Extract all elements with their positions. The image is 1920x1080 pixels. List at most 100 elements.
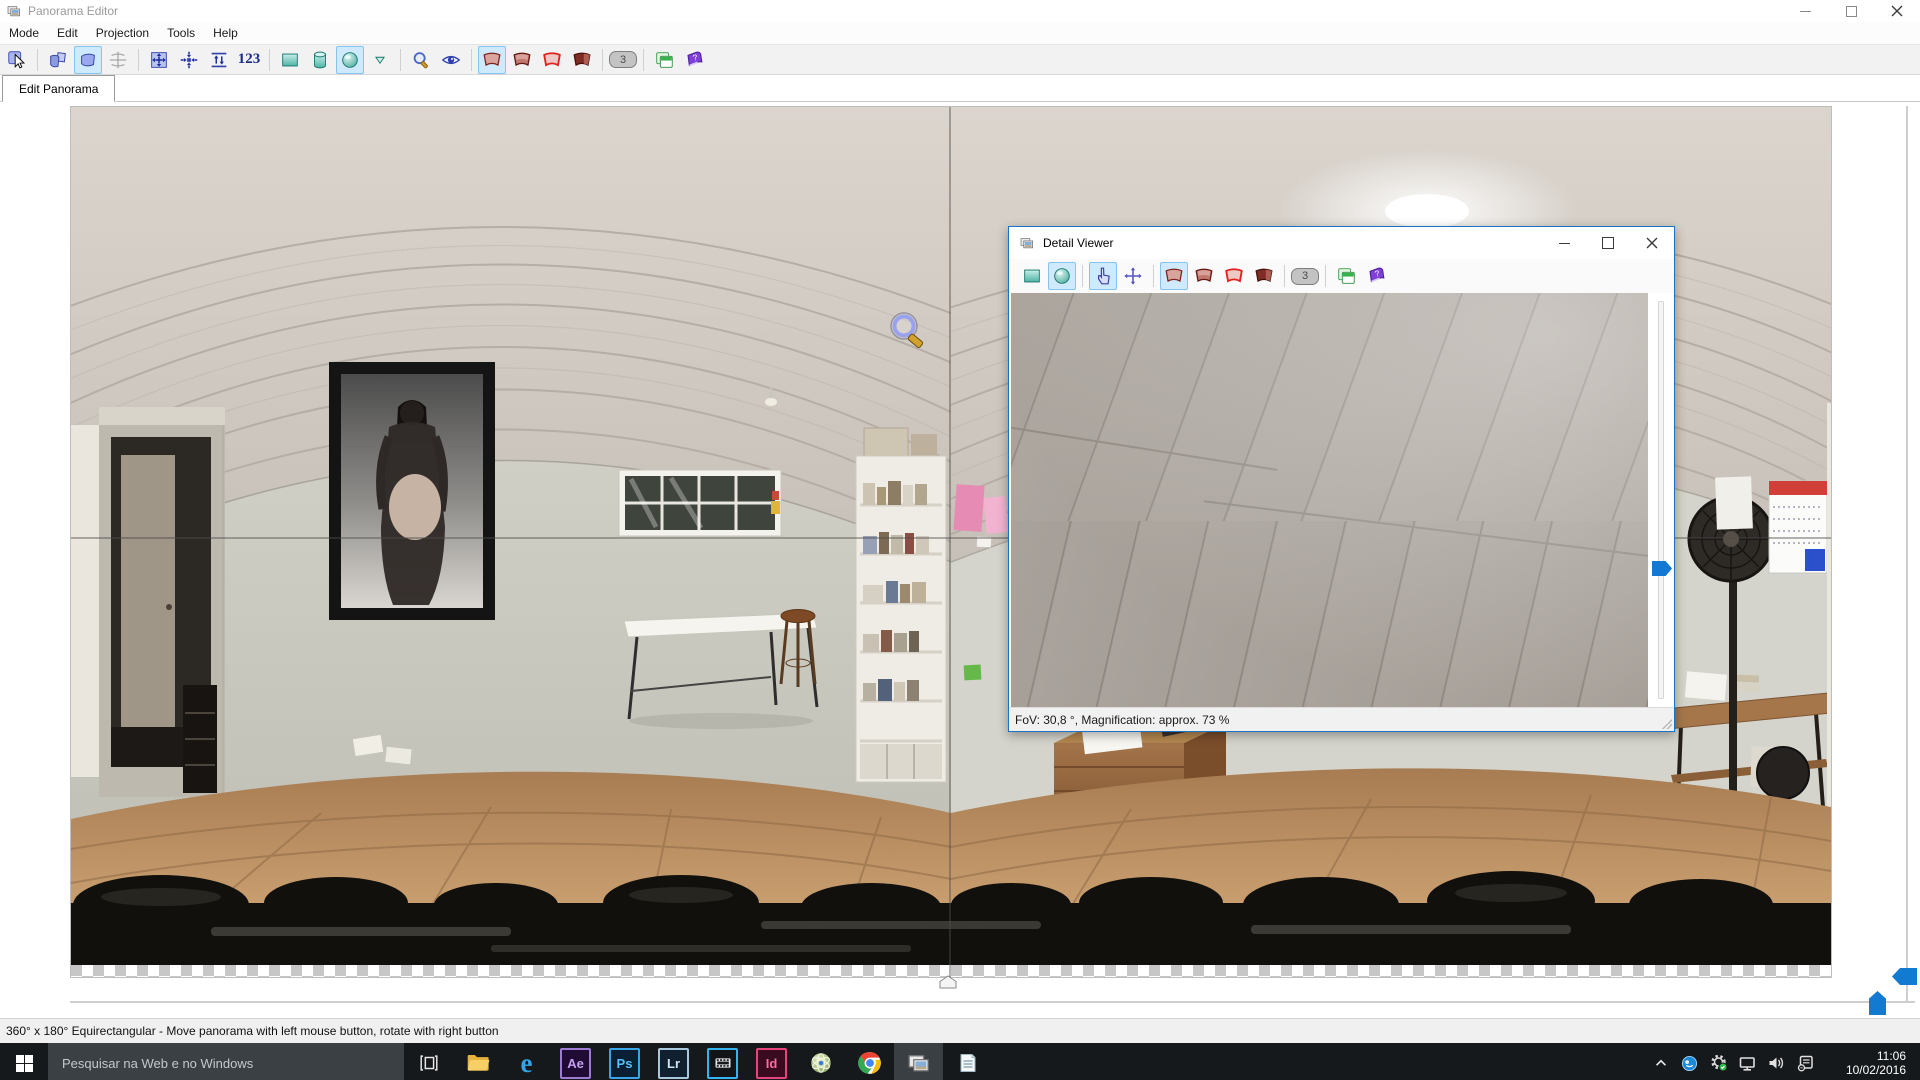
- panorama-editor-icon: [906, 1050, 932, 1076]
- rectilinear-projection-button[interactable]: [276, 46, 304, 74]
- dv-windows-button[interactable]: [1332, 262, 1360, 290]
- dv-equirectangular-projection-button[interactable]: [1048, 262, 1076, 290]
- show-blended-panorama-button[interactable]: [74, 46, 102, 74]
- toolbar-separator: [1325, 265, 1326, 287]
- tray-app-button[interactable]: [1675, 1043, 1704, 1080]
- center-panorama-button[interactable]: [175, 46, 203, 74]
- detail-viewer-toggle-button[interactable]: [650, 46, 678, 74]
- dv-warp-mode-3-button[interactable]: [1220, 262, 1248, 290]
- detail-viewer-image[interactable]: [1011, 293, 1648, 707]
- detail-viewer-window: Detail Viewer: [1008, 226, 1675, 732]
- preview-button[interactable]: [437, 46, 465, 74]
- network-monitor-icon: [1738, 1054, 1757, 1072]
- task-view-button[interactable]: [404, 1043, 453, 1080]
- dv-rectilinear-projection-button[interactable]: [1018, 262, 1046, 290]
- statusbar: 360° x 180° Equirectangular - Move panor…: [0, 1018, 1920, 1043]
- lightroom-icon: Lr: [658, 1048, 689, 1079]
- warp-mode-3-button[interactable]: [538, 46, 566, 74]
- yaw-slider-handle[interactable]: [1869, 991, 1886, 1015]
- minimize-button[interactable]: [1782, 0, 1828, 22]
- slider-handle[interactable]: [1652, 561, 1672, 576]
- tray-volume-button[interactable]: [1762, 1043, 1791, 1080]
- desktop: Panorama Editor Mode Edit Projection Too…: [0, 0, 1920, 1080]
- taskbar-edge[interactable]: e: [502, 1043, 551, 1080]
- dv-pan-tool-button[interactable]: [1089, 262, 1117, 290]
- yaw-slider-track[interactable]: [70, 1001, 1915, 1003]
- dv-move-tool-button[interactable]: [1119, 262, 1147, 290]
- projection-dropdown-button[interactable]: [366, 46, 394, 74]
- taskbar-indesign[interactable]: Id: [747, 1043, 796, 1080]
- cylindrical-projection-button[interactable]: [306, 46, 334, 74]
- numeric-transform-button[interactable]: 123: [235, 46, 263, 74]
- taskbar-photoshop[interactable]: Ps: [600, 1043, 649, 1080]
- tab-edit-panorama[interactable]: Edit Panorama: [2, 75, 115, 102]
- taskbar-file-explorer[interactable]: [453, 1043, 502, 1080]
- menu-projection[interactable]: Projection: [87, 22, 158, 44]
- dv-warp-mode-1-button[interactable]: [1160, 262, 1188, 290]
- badge-3-icon: 3: [609, 51, 637, 68]
- numeric-transform-label: 123: [234, 51, 265, 68]
- tray-chevron-button[interactable]: [1646, 1043, 1675, 1080]
- detail-viewer-titlebar[interactable]: Detail Viewer: [1009, 227, 1674, 259]
- select-source-image-button[interactable]: [3, 46, 31, 74]
- tray-action-center-button[interactable]: [1791, 1043, 1820, 1080]
- restore-button[interactable]: [1828, 0, 1874, 22]
- taskbar-sphere-app[interactable]: [796, 1043, 845, 1080]
- taskbar-panorama-editor[interactable]: [894, 1043, 943, 1080]
- taskbar-chrome[interactable]: [845, 1043, 894, 1080]
- file-explorer-icon: [465, 1050, 491, 1076]
- warp-mode-2-button[interactable]: [508, 46, 536, 74]
- app-title: Panorama Editor: [28, 4, 118, 18]
- warp-mode-1-button[interactable]: [478, 46, 506, 74]
- gear-check-icon: [1710, 1054, 1728, 1072]
- taskbar-lightroom[interactable]: Lr: [649, 1043, 698, 1080]
- dv-group-3-button[interactable]: 3: [1291, 262, 1319, 290]
- fit-vertical-button[interactable]: [205, 46, 233, 74]
- help-button[interactable]: [680, 46, 708, 74]
- menu-edit[interactable]: Edit: [48, 22, 87, 44]
- warp-mode-4-button[interactable]: [568, 46, 596, 74]
- dv-warp-mode-2-button[interactable]: [1190, 262, 1218, 290]
- toolbar-separator: [471, 49, 472, 71]
- close-button[interactable]: [1874, 0, 1920, 22]
- tray-update-button[interactable]: [1704, 1043, 1733, 1080]
- magnifier-icon: [410, 49, 432, 71]
- dv-warp-mode-4-button[interactable]: [1250, 262, 1278, 290]
- show-grid-button[interactable]: [104, 46, 132, 74]
- taskbar: e Ae Ps Lr: [0, 1043, 1920, 1080]
- films-tv-icon: [707, 1048, 738, 1079]
- equirectangular-projection-button[interactable]: [336, 46, 364, 74]
- pitch-slider-track[interactable]: [1906, 106, 1908, 1002]
- fit-panorama-button[interactable]: [145, 46, 173, 74]
- minimize-icon: [1559, 243, 1570, 244]
- purple-book-icon: [683, 49, 705, 71]
- dv-minimize-button[interactable]: [1542, 228, 1586, 258]
- close-icon: [1646, 237, 1658, 249]
- task-view-icon: [418, 1052, 440, 1074]
- center-marker-icon: [939, 975, 957, 994]
- menu-mode[interactable]: Mode: [0, 22, 48, 44]
- pitch-slider-handle[interactable]: [1892, 968, 1917, 985]
- menu-tools[interactable]: Tools: [158, 22, 204, 44]
- taskbar-clock[interactable]: 11:06 10/02/2016: [1820, 1049, 1912, 1077]
- menu-help[interactable]: Help: [204, 22, 247, 44]
- show-individual-images-button[interactable]: [44, 46, 72, 74]
- slider-track[interactable]: [1658, 301, 1664, 699]
- search-input[interactable]: [48, 1043, 404, 1080]
- taskbar-after-effects[interactable]: Ae: [551, 1043, 600, 1080]
- taskbar-notepad[interactable]: [943, 1043, 992, 1080]
- resize-grip[interactable]: [1662, 719, 1672, 729]
- zoom-tool-button[interactable]: [407, 46, 435, 74]
- rectangle-projection-icon: [279, 49, 301, 71]
- dv-maximize-button[interactable]: [1586, 228, 1630, 258]
- start-button[interactable]: [0, 1043, 48, 1080]
- detail-viewer-title: Detail Viewer: [1043, 236, 1113, 250]
- close-icon: [1891, 5, 1903, 17]
- dv-help-button[interactable]: [1362, 262, 1390, 290]
- dv-close-button[interactable]: [1630, 228, 1674, 258]
- tray-network-button[interactable]: [1733, 1043, 1762, 1080]
- group-3-button[interactable]: 3: [609, 46, 637, 74]
- main-toolbar: 123 3: [0, 45, 1920, 75]
- taskbar-films-tv[interactable]: [698, 1043, 747, 1080]
- edge-icon: e: [521, 1050, 533, 1077]
